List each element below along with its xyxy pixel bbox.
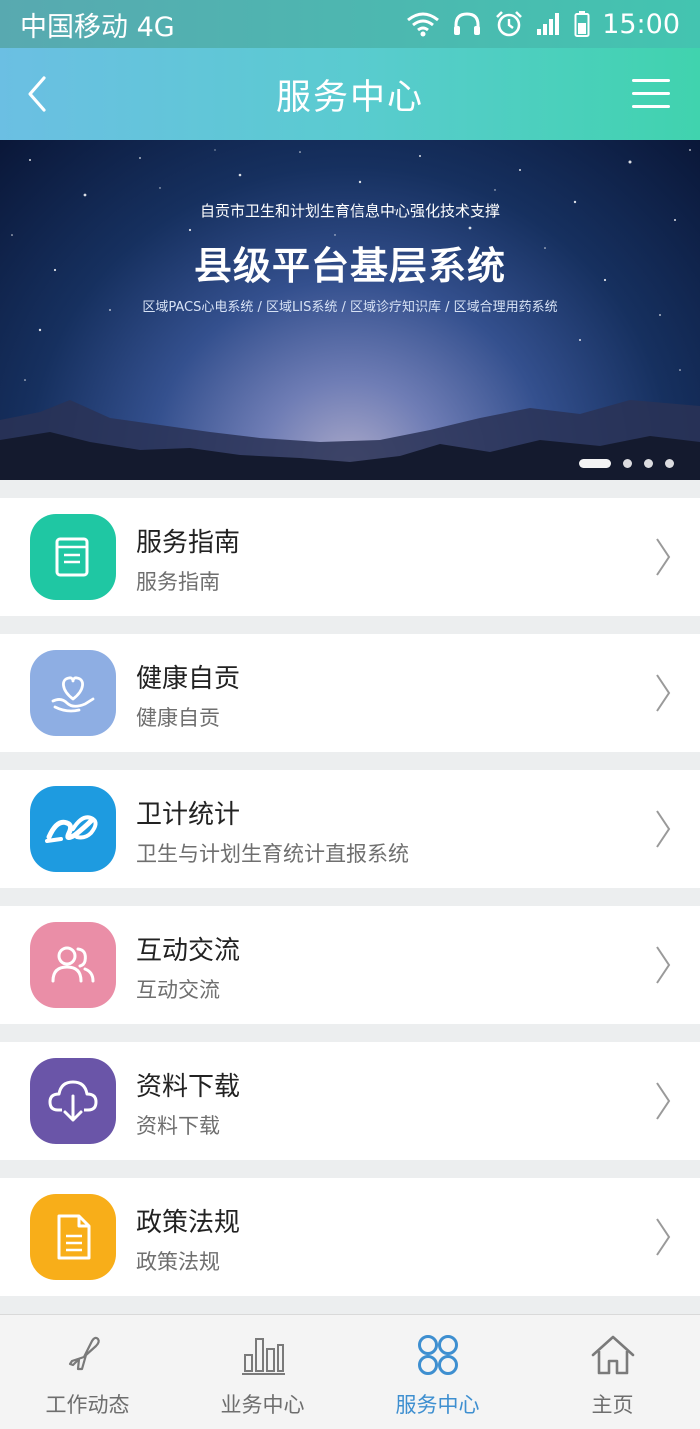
signal-icon (537, 13, 560, 35)
chevron-right-icon (656, 674, 671, 712)
alarm-icon (496, 11, 523, 37)
document-icon (30, 514, 116, 600)
bottom-tab-bar: 工作动态 业务中心 服务中心 主页 (0, 1314, 700, 1429)
status-bar: 中国移动 4G 15:00 (0, 0, 700, 48)
pagination-dot[interactable] (579, 459, 611, 468)
page-title: 服务中心 (275, 77, 424, 118)
banner-title: 县级平台基层系统 (193, 244, 506, 288)
item-subtitle: 卫生与计划生育统计直报系统 (136, 842, 409, 866)
tab-label: 服务中心 (395, 1393, 480, 1417)
headphones-icon (454, 12, 481, 35)
item-title: 健康自贡 (136, 664, 241, 694)
cloud-download-icon (30, 1058, 116, 1144)
people-icon (30, 922, 116, 1008)
list-item-health-zigong[interactable]: 健康自贡 健康自贡 (0, 634, 700, 752)
nav-bar: 服务中心 (0, 48, 700, 140)
chevron-right-icon (656, 946, 671, 984)
tab-work-news[interactable]: 工作动态 (0, 1315, 175, 1429)
tab-label: 工作动态 (45, 1393, 130, 1417)
chevron-right-icon (656, 1082, 671, 1120)
item-title: 服务指南 (136, 528, 241, 558)
item-title: 互动交流 (136, 936, 241, 966)
home-icon (591, 1335, 634, 1375)
back-chevron-icon[interactable] (18, 70, 58, 118)
item-subtitle: 资料下载 (136, 1114, 220, 1138)
wifi-icon (407, 12, 440, 37)
banner-subtitle: 自贡市卫生和计划生育信息中心强化技术支撑 (199, 202, 500, 220)
list-item-policy[interactable]: 政策法规 政策法规 (0, 1178, 700, 1296)
tab-home[interactable]: 主页 (525, 1315, 700, 1429)
chevron-right-icon (656, 1218, 671, 1256)
item-subtitle: 健康自贡 (136, 706, 220, 730)
list-item-service-guide[interactable]: 服务指南 服务指南 (0, 498, 700, 616)
carrier-label: 中国移动 4G (20, 11, 175, 43)
list-item-health-statistics[interactable]: 卫计统计 卫生与计划生育统计直报系统 (0, 770, 700, 888)
airplane-icon (68, 1336, 100, 1371)
clock: 15:00 (602, 8, 680, 40)
tab-label: 主页 (591, 1393, 634, 1417)
item-subtitle: 服务指南 (136, 570, 220, 594)
tab-label: 业务中心 (220, 1393, 305, 1417)
list-item-downloads[interactable]: 资料下载 资料下载 (0, 1042, 700, 1160)
hamburger-menu-icon[interactable] (630, 76, 672, 112)
item-title: 政策法规 (136, 1208, 241, 1238)
item-subtitle: 政策法规 (136, 1250, 220, 1274)
bar-chart-icon (241, 1338, 285, 1375)
item-title: 卫计统计 (136, 800, 241, 830)
grid-icon (417, 1335, 458, 1375)
chevron-right-icon (656, 810, 671, 848)
pagination-dot[interactable] (665, 459, 674, 468)
status-icons: 15:00 (406, 9, 680, 40)
promo-banner[interactable]: 自贡市卫生和计划生育信息中心强化技术支撑 县级平台基层系统 区域PACS心电系统… (0, 140, 700, 480)
item-subtitle: 互动交流 (136, 978, 220, 1002)
banner-pagination (579, 459, 674, 468)
tab-service-center[interactable]: 服务中心 (350, 1315, 525, 1429)
list-item-interaction[interactable]: 互动交流 互动交流 (0, 906, 700, 1024)
banner-tags: 区域PACS心电系统 / 区域LIS系统 / 区域诊疗知识库 / 区域合理用药系… (142, 300, 558, 315)
chevron-right-icon (656, 538, 671, 576)
file-text-icon (30, 1194, 116, 1280)
item-title: 资料下载 (136, 1072, 241, 1102)
statistics-logo-icon (30, 786, 116, 872)
pagination-dot[interactable] (644, 459, 653, 468)
heart-in-hand-icon (30, 650, 116, 736)
battery-icon (574, 11, 590, 37)
tab-business-center[interactable]: 业务中心 (175, 1315, 350, 1429)
pagination-dot[interactable] (623, 459, 632, 468)
